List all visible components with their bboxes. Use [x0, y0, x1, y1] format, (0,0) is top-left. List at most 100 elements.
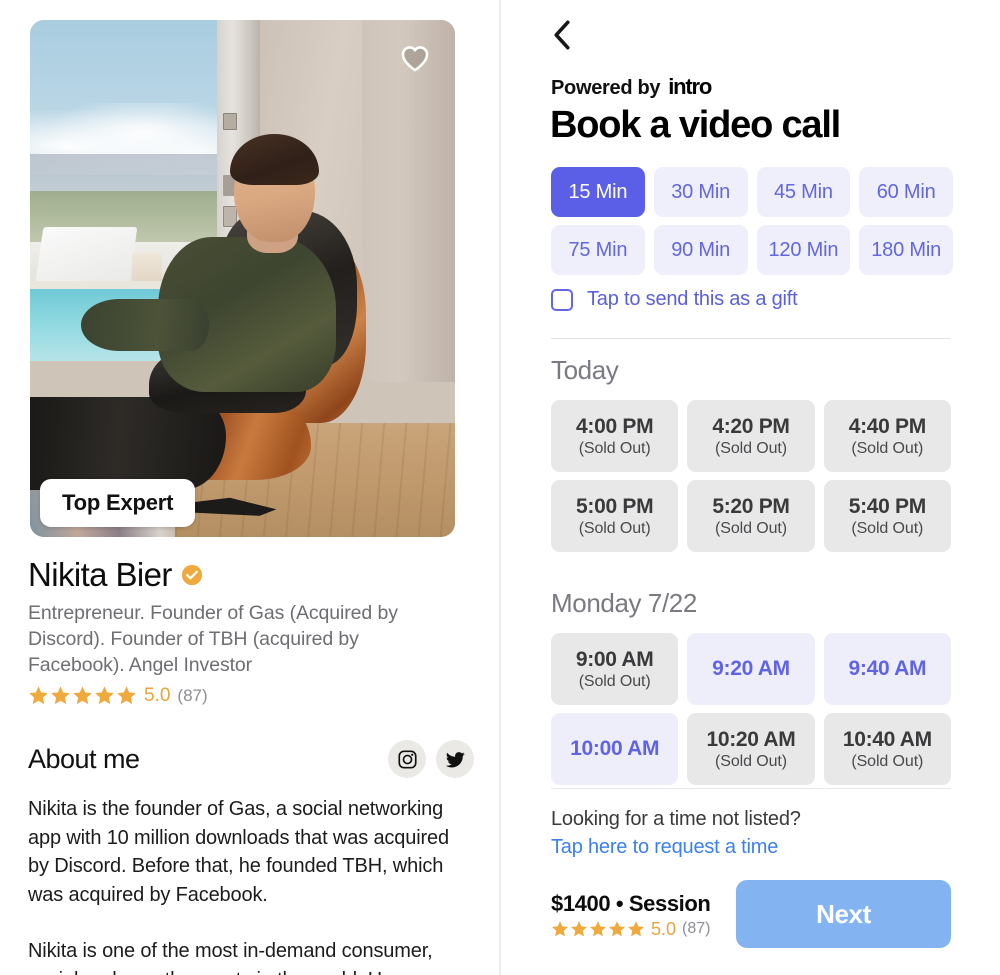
profile-rating: 5.0 (87): [28, 685, 478, 706]
duration-option-15[interactable]: 15 Min: [551, 167, 645, 217]
star-icon: [571, 920, 587, 936]
request-time-question: Looking for a time not listed?: [551, 808, 801, 830]
timeslot-grid-today: 4:00 PM (Sold Out) 4:20 PM (Sold Out) 4:…: [551, 400, 951, 552]
booking-heading: Book a video call: [550, 104, 841, 146]
booking-panel: Powered by intro Book a video call 15 Mi…: [501, 0, 1000, 975]
back-button[interactable]: [545, 18, 579, 52]
powered-by-row: Powered by intro: [551, 74, 712, 100]
star-icon: [590, 920, 606, 936]
star-rating: [551, 920, 645, 938]
chevron-left-icon: [554, 20, 570, 50]
about-paragraph: Nikita is one of the most in-demand cons…: [28, 940, 433, 975]
next-button[interactable]: Next: [736, 880, 951, 948]
timeslot[interactable]: 5:40 PM (Sold Out): [823, 480, 951, 552]
instagram-icon: [397, 749, 417, 769]
duration-option-30[interactable]: 30 Min: [653, 167, 748, 217]
timeslot-grid-monday: 9:00 AM (Sold Out) 9:20 AM 9:40 AM 10:00…: [551, 633, 951, 785]
duration-selector: 15 Min 30 Min 45 Min 60 Min 75 Min 90 Mi…: [551, 167, 953, 275]
star-icon: [609, 920, 625, 936]
timeslot-time: 5:40 PM: [848, 494, 927, 518]
star-icon: [552, 920, 568, 936]
timeslot-time: 9:20 AM: [712, 657, 790, 681]
timeslot-time: 4:20 PM: [712, 414, 790, 438]
duration-option-90[interactable]: 90 Min: [653, 225, 748, 275]
timeslot[interactable]: 4:40 PM (Sold Out): [823, 400, 951, 472]
rating-count: (87): [177, 686, 208, 705]
section-divider: [551, 338, 951, 339]
about-title: About me: [28, 743, 140, 774]
twitter-icon: [445, 751, 465, 767]
timeslot[interactable]: 9:40 AM: [823, 633, 951, 705]
timeslot[interactable]: 9:20 AM: [687, 633, 815, 705]
timeslot-status: (Sold Out): [851, 752, 924, 770]
rating-value: 5.0: [144, 685, 171, 706]
intro-logo: intro: [668, 74, 712, 99]
request-time-block: Looking for a time not listed? Tap here …: [551, 808, 801, 859]
timeslot-time: 4:40 PM: [848, 414, 927, 438]
social-links: [388, 740, 474, 778]
gift-label: Tap to send this as a gift: [587, 288, 798, 310]
timeslot-status: (Sold Out): [715, 752, 787, 770]
timeslot-status: (Sold Out): [578, 519, 651, 537]
star-icon: [51, 686, 70, 705]
timeslot[interactable]: 4:20 PM (Sold Out): [687, 400, 815, 472]
booking-footer: $1400 • Session 5.0 (87) Next: [551, 880, 951, 948]
gift-toggle[interactable]: Tap to send this as a gift: [551, 288, 798, 311]
timeslot-time: 5:20 PM: [712, 494, 790, 518]
duration-option-45[interactable]: 45 Min: [756, 167, 851, 217]
duration-option-180[interactable]: 180 Min: [859, 225, 953, 275]
rating-value: 5.0: [651, 918, 677, 939]
profile-info: Nikita Bier Entrepreneur. Founder of Gas…: [28, 556, 478, 706]
powered-by-label: Powered by: [551, 77, 661, 99]
star-icon: [628, 920, 644, 936]
duration-option-60[interactable]: 60 Min: [859, 167, 953, 217]
profile-photo: Top Expert: [30, 20, 455, 537]
twitter-link[interactable]: [436, 740, 474, 778]
footer-rating: 5.0 (87): [551, 920, 710, 938]
timeslot[interactable]: 9:00 AM (Sold Out): [551, 633, 679, 705]
timeslot-time: 5:00 PM: [576, 494, 654, 518]
profile-photo-image: [30, 20, 455, 537]
timeslot[interactable]: 5:00 PM (Sold Out): [551, 480, 679, 552]
booking-page: Top Expert Nikita Bier Entrepreneur. Fou…: [0, 0, 1000, 975]
duration-option-75[interactable]: 75 Min: [551, 225, 645, 275]
slot-list-edge: [551, 788, 951, 789]
about-paragraph: Nikita is the founder of Gas, a social n…: [28, 798, 449, 906]
star-icon: [29, 686, 48, 705]
timeslot-time: 4:00 PM: [576, 414, 654, 438]
star-icon: [117, 686, 136, 705]
timeslot-status: (Sold Out): [578, 672, 651, 690]
price-block: $1400 • Session 5.0 (87): [551, 891, 711, 938]
favorite-button[interactable]: [395, 38, 435, 78]
profile-name-row: Nikita Bier: [28, 556, 478, 594]
gift-checkbox[interactable]: [551, 288, 573, 311]
duration-option-120[interactable]: 120 Min: [756, 225, 851, 275]
top-expert-badge: Top Expert: [40, 479, 196, 527]
star-icon: [95, 686, 114, 705]
timeslot-time: 10:00 AM: [570, 737, 660, 761]
timeslot-status: (Sold Out): [851, 519, 924, 537]
timeslot[interactable]: 10:00 AM: [551, 713, 679, 785]
day-heading-monday: Monday 7/22: [551, 588, 697, 618]
day-heading-today: Today: [551, 355, 619, 385]
about-body: Nikita is the founder of Gas, a social n…: [28, 795, 474, 975]
timeslot-time: 9:40 AM: [848, 657, 927, 681]
timeslot[interactable]: 4:00 PM (Sold Out): [551, 400, 679, 472]
heart-outline-icon: [401, 45, 429, 71]
timeslot-time: 10:40 AM: [842, 727, 932, 751]
timeslot-status: (Sold Out): [578, 439, 651, 457]
timeslot[interactable]: 10:20 AM (Sold Out): [687, 713, 815, 785]
timeslot-status: (Sold Out): [715, 519, 787, 537]
about-header: About me: [28, 740, 474, 778]
request-time-link[interactable]: Tap here to request a time: [551, 836, 801, 859]
timeslot[interactable]: 10:40 AM (Sold Out): [823, 713, 951, 785]
timeslot[interactable]: 5:20 PM (Sold Out): [687, 480, 815, 552]
page-title: Nikita Bier: [28, 556, 172, 593]
instagram-link[interactable]: [388, 740, 426, 778]
rating-count: (87): [682, 919, 711, 937]
profile-panel: Top Expert Nikita Bier Entrepreneur. Fou…: [0, 0, 501, 975]
timeslot-status: (Sold Out): [715, 439, 787, 457]
star-rating: [28, 685, 137, 706]
star-icon: [73, 686, 92, 705]
timeslot-time: 9:00 AM: [575, 647, 654, 671]
